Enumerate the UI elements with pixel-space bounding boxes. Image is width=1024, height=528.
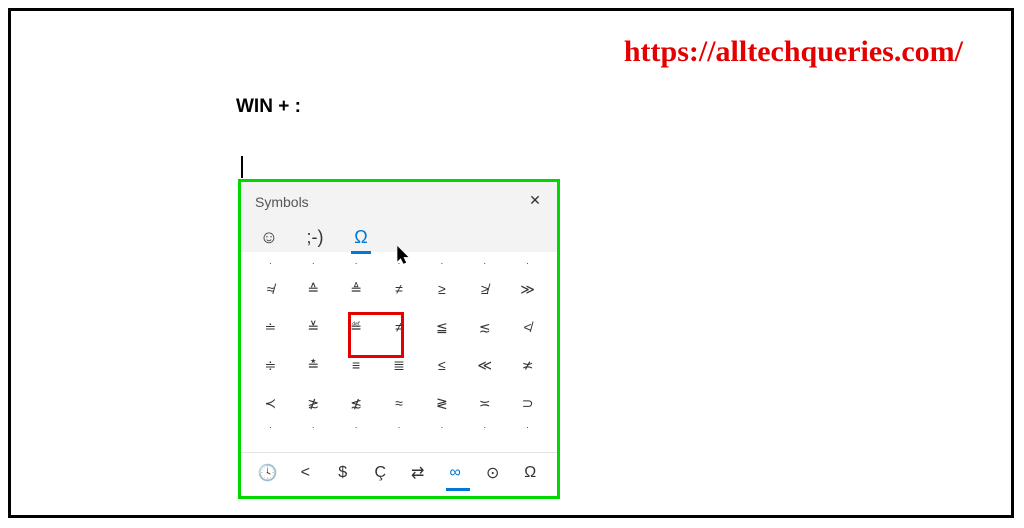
symbol-cell[interactable]: ·	[292, 256, 335, 270]
symbol-cell[interactable]: ·	[420, 256, 463, 270]
symbol-cell[interactable]: ≜	[335, 270, 378, 308]
tab-emoji[interactable]: ☺	[257, 222, 281, 252]
symbol-cell[interactable]: ≝	[335, 308, 378, 346]
symbols-scroll-area[interactable]: · · · · · · · ≉ ≙ ≜ ≠ ≥ ≱ ≫ ≐ ≚ ≝ ≠ ≦	[241, 252, 557, 452]
close-button[interactable]: ✕	[527, 192, 543, 208]
category-language[interactable]: Ω	[512, 457, 550, 489]
symbol-cell[interactable]: ≈	[378, 384, 421, 422]
category-geometric[interactable]: ⊙	[474, 457, 512, 489]
symbol-cell[interactable]: ·	[463, 256, 506, 270]
arrows-icon: ⇄	[411, 463, 424, 483]
symbol-cell[interactable]: ≚	[292, 308, 335, 346]
category-latin[interactable]: Ç	[362, 457, 400, 489]
angle-icon: <	[301, 464, 310, 482]
symbol-cell[interactable]: ·	[506, 422, 549, 432]
symbol-cell[interactable]: ≥	[420, 270, 463, 308]
category-math[interactable]: ∞	[437, 457, 475, 489]
kaomoji-icon: ;-)	[307, 227, 324, 248]
watermark-url: https://alltechqueries.com/	[624, 35, 963, 69]
symbol-cell[interactable]: ≲	[463, 308, 506, 346]
symbol-cell[interactable]: ·	[506, 256, 549, 270]
symbol-cell[interactable]: ≤	[420, 346, 463, 384]
emoji-symbols-panel: Symbols ✕ ☺ ;-) Ω ·	[238, 179, 560, 499]
symbol-cell[interactable]: ≦	[420, 308, 463, 346]
symbol-cell[interactable]: ·	[249, 422, 292, 432]
infinity-icon: ∞	[450, 464, 461, 482]
symbol-cell[interactable]: ≉	[249, 270, 292, 308]
symbol-cell[interactable]: ≍	[463, 384, 506, 422]
symbol-cell[interactable]: ⊃	[506, 384, 549, 422]
symbol-cell[interactable]: ≑	[249, 346, 292, 384]
tab-symbols[interactable]: Ω	[349, 222, 373, 252]
circle-dot-icon: ⊙	[486, 463, 499, 483]
omega-icon: Ω	[354, 227, 367, 248]
symbol-cell[interactable]: ≛	[292, 346, 335, 384]
shortcut-text: WIN + :	[236, 96, 301, 118]
symbol-cell[interactable]: ≐	[249, 308, 292, 346]
symbol-cell[interactable]: ·	[292, 422, 335, 432]
symbol-cell[interactable]: ≴	[335, 384, 378, 422]
symbol-cell[interactable]: ≷	[420, 384, 463, 422]
text-caret	[241, 156, 243, 178]
category-currency[interactable]: $	[324, 457, 362, 489]
close-icon: ✕	[529, 192, 541, 209]
panel-header: Symbols ✕ ☺ ;-) Ω	[241, 182, 557, 252]
symbol-cell[interactable]: ≺	[249, 384, 292, 422]
mouse-cursor-icon	[397, 246, 411, 266]
symbol-cell[interactable]: ≵	[292, 384, 335, 422]
category-recent[interactable]: 🕓	[249, 457, 287, 489]
category-arrows[interactable]: ⇄	[399, 457, 437, 489]
symbol-cell[interactable]: ·	[249, 256, 292, 270]
symbol-cell[interactable]: ≣	[378, 346, 421, 384]
tab-kaomoji[interactable]: ;-)	[303, 222, 327, 252]
symbol-cell[interactable]: ≠	[378, 270, 421, 308]
category-bar: 🕓 < $ Ç ⇄ ∞ ⊙ Ω	[241, 452, 557, 493]
dollar-icon: $	[338, 464, 347, 482]
smile-icon: ☺	[260, 227, 278, 248]
symbol-cell[interactable]: ≡	[335, 346, 378, 384]
symbol-cell[interactable]: ≱	[463, 270, 506, 308]
clock-icon: 🕓	[258, 463, 278, 483]
category-punct[interactable]: <	[287, 457, 325, 489]
panel-title: Symbols	[255, 194, 543, 210]
symbol-cell[interactable]: ≙	[292, 270, 335, 308]
cedilla-icon: Ç	[374, 464, 386, 482]
omega-small-icon: Ω	[524, 464, 536, 482]
symbol-cell[interactable]: ·	[335, 256, 378, 270]
symbol-cell[interactable]: ≮	[506, 308, 549, 346]
symbol-cell[interactable]: ≭	[506, 346, 549, 384]
screenshot-frame: https://alltechqueries.com/ WIN + : Symb…	[8, 8, 1014, 518]
symbol-cell[interactable]: ·	[335, 422, 378, 432]
symbol-cell-not-equal[interactable]: ≠	[378, 308, 421, 346]
symbol-cell[interactable]: ·	[420, 422, 463, 432]
symbol-cell[interactable]: ·	[378, 422, 421, 432]
symbols-grid: · · · · · · · ≉ ≙ ≜ ≠ ≥ ≱ ≫ ≐ ≚ ≝ ≠ ≦	[249, 256, 549, 432]
symbol-cell[interactable]: ≪	[463, 346, 506, 384]
symbol-cell[interactable]: ·	[463, 422, 506, 432]
symbol-cell[interactable]: ≫	[506, 270, 549, 308]
